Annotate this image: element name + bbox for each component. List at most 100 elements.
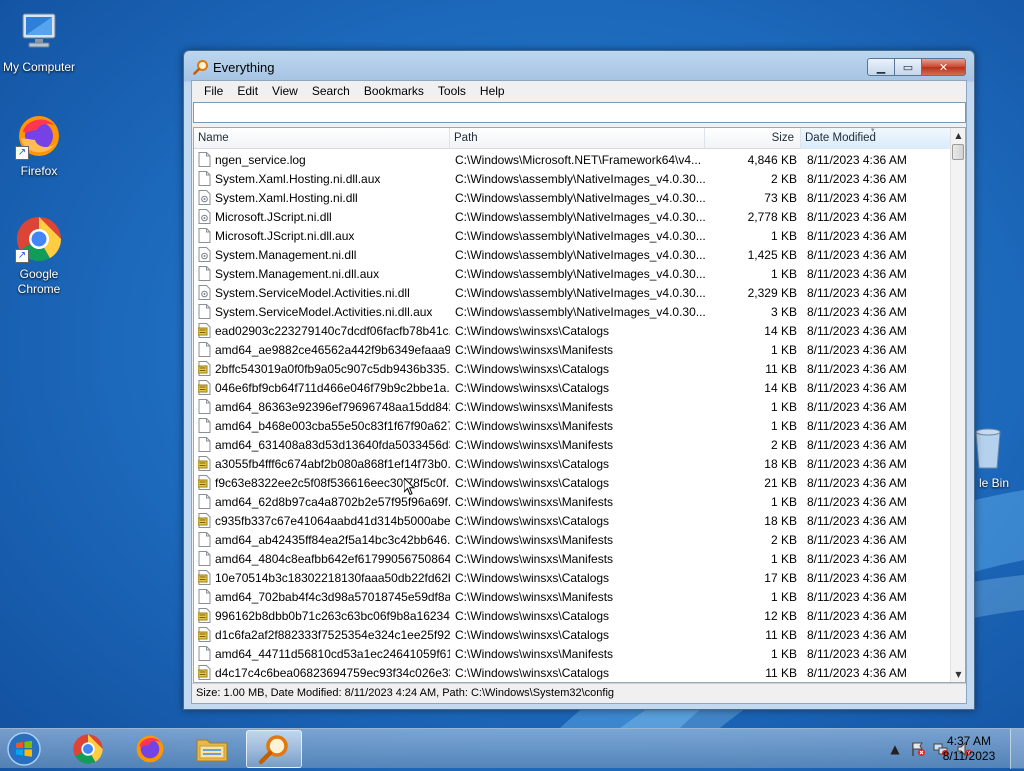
cell-size: 17 KB — [764, 570, 797, 585]
maximize-icon: ▭ — [902, 60, 914, 74]
cell-name: 2bffc543019a0f0fb9a05c907c5db9436b335... — [194, 361, 450, 376]
file-name: d1c6fa2af2f882333f7525354e324c1ee25f92..… — [215, 627, 450, 642]
desktop-icon-my-computer[interactable]: My Computer — [0, 8, 78, 74]
desktop-icon-label: Google Chrome — [17, 267, 61, 296]
taskbar-firefox[interactable] — [122, 730, 178, 768]
cell-size: 14 KB — [764, 323, 797, 338]
column-header-path[interactable]: Path — [450, 128, 705, 149]
table-row[interactable]: d1c6fa2af2f882333f7525354e324c1ee25f92..… — [194, 625, 951, 644]
table-row[interactable]: 996162b8dbb0b71c263c63bc06f9b8a16234... C… — [194, 606, 951, 625]
menu-file[interactable]: File — [197, 81, 230, 101]
close-button[interactable]: ✕ — [922, 58, 966, 76]
cell-size: 1 KB — [770, 589, 797, 604]
file-name: 10e70514b3c18302218130faaa50db22fd62b... — [215, 570, 450, 585]
menu-help[interactable]: Help — [473, 81, 512, 101]
taskbar-clock[interactable]: 4:37 AM 8/11/2023 — [934, 734, 1004, 764]
table-row[interactable]: amd64_62d8b97ca4a8702b2e57f95f96a69f... C… — [194, 492, 951, 511]
table-row[interactable]: ead02903c223279140c7dcdf06facfb78b41c...… — [194, 321, 951, 340]
cell-path: C:\Windows\winsxs\Catalogs — [455, 665, 610, 680]
cell-path: C:\Windows\winsxs\Manifests — [455, 589, 614, 604]
cell-date-modified: 8/11/2023 4:36 AM — [807, 209, 907, 224]
desktop-icon-chrome[interactable]: ↗ Google Chrome — [0, 215, 78, 297]
table-row[interactable]: System.ServiceModel.Activities.ni.dll.au… — [194, 302, 951, 321]
scroll-thumb[interactable] — [952, 144, 964, 160]
taskbar-chrome[interactable] — [60, 730, 116, 768]
cell-path: C:\Windows\winsxs\Manifests — [455, 532, 614, 547]
cell-name: amd64_702bab4f4c3d98a57018745e59df8a... — [194, 589, 450, 604]
cell-name: amd64_62d8b97ca4a8702b2e57f95f96a69f... — [194, 494, 450, 509]
file-name: amd64_86363e92396ef79696748aa15dd842... — [215, 399, 450, 414]
cell-name: System.Management.ni.dll — [194, 247, 450, 262]
table-row[interactable]: System.Xaml.Hosting.ni.dll.aux C:\Windows… — [194, 169, 951, 188]
taskbar-everything[interactable] — [246, 730, 302, 768]
cell-path: C:\Windows\assembly\NativeImages_v4.0.30… — [455, 228, 705, 243]
vertical-scrollbar[interactable]: ▲ ▼ — [950, 128, 965, 682]
menu-bookmarks[interactable]: Bookmarks — [357, 81, 431, 101]
table-row[interactable]: amd64_4804c8eafbb642ef61799056750864... C… — [194, 549, 951, 568]
cell-size: 2,329 KB — [747, 285, 797, 300]
cell-path: C:\Windows\assembly\NativeImages_v4.0.30… — [455, 171, 705, 186]
minimize-button[interactable]: ▁ — [867, 58, 895, 76]
file-name: Microsoft.JScript.ni.dll.aux — [215, 228, 355, 243]
scroll-up-icon[interactable]: ▲ — [951, 128, 965, 143]
cell-size: 11 KB — [765, 665, 797, 680]
table-row[interactable]: System.ServiceModel.Activities.ni.dll C:\… — [194, 283, 951, 302]
file-name: amd64_702bab4f4c3d98a57018745e59df8a... — [215, 589, 450, 604]
show-desktop-button[interactable] — [1010, 729, 1024, 769]
results-list[interactable]: Name Path Size ▾ Date Modified ngen_serv… — [193, 127, 966, 683]
start-button[interactable] — [4, 730, 44, 768]
file-icon — [198, 646, 211, 661]
search-input[interactable] — [193, 102, 966, 123]
menu-tools[interactable]: Tools — [431, 81, 473, 101]
title-bar[interactable]: Everything ▁ ▭ ✕ — [184, 51, 974, 81]
cell-date-modified: 8/11/2023 4:36 AM — [807, 608, 907, 623]
table-row[interactable]: d4c17c4c6bea06823694759ec93f34c026e33...… — [194, 663, 951, 682]
table-row[interactable]: amd64_ab42435ff84ea2f5a14bc3c42bb646... C… — [194, 530, 951, 549]
cell-size: 18 KB — [764, 513, 797, 528]
table-row[interactable]: amd64_44711d56810cd53a1ec24641059f61... C… — [194, 644, 951, 663]
table-row[interactable]: 10e70514b3c18302218130faaa50db22fd62b...… — [194, 568, 951, 587]
taskbar-explorer[interactable] — [184, 730, 240, 768]
table-row[interactable]: Microsoft.JScript.ni.dll C:\Windows\assem… — [194, 207, 951, 226]
cell-size: 1 KB — [770, 494, 797, 509]
column-header-size[interactable]: Size — [705, 128, 801, 149]
column-header-date-modified[interactable]: ▾ Date Modified — [801, 128, 951, 149]
maximize-button[interactable]: ▭ — [895, 58, 922, 76]
table-row[interactable]: a3055fb4fff6c674abf2b080a868f1ef14f73b0.… — [194, 454, 951, 473]
cell-name: System.Management.ni.dll.aux — [194, 266, 450, 281]
table-row[interactable]: c935fb337c67e41064aabd41d314b5000abe... C… — [194, 511, 951, 530]
menu-view[interactable]: View — [265, 81, 305, 101]
table-row[interactable]: ngen_service.log C:\Windows\Microsoft.NET… — [194, 150, 951, 169]
table-row[interactable]: f9c63e8322ee2c5f08f536616eec30f78f5c0f..… — [194, 473, 951, 492]
tray-expand-icon[interactable]: ▲ — [887, 741, 903, 757]
table-row[interactable]: System.Management.ni.dll C:\Windows\assem… — [194, 245, 951, 264]
catalog-file-icon — [197, 608, 211, 623]
table-row[interactable]: amd64_ae9882ce46562a442f9b6349efaaa9... C… — [194, 340, 951, 359]
cell-size: 1 KB — [770, 399, 797, 414]
desktop-icon-firefox[interactable]: ↗ Firefox — [0, 112, 78, 178]
table-row[interactable]: amd64_702bab4f4c3d98a57018745e59df8a... C… — [194, 587, 951, 606]
menu-search[interactable]: Search — [305, 81, 357, 101]
menu-edit[interactable]: Edit — [230, 81, 265, 101]
table-row[interactable]: 2bffc543019a0f0fb9a05c907c5db9436b335...… — [194, 359, 951, 378]
everything-window[interactable]: Everything ▁ ▭ ✕ File Edit View Search B… — [183, 50, 975, 710]
table-row[interactable]: System.Xaml.Hosting.ni.dll C:\Windows\ass… — [194, 188, 951, 207]
scroll-down-icon[interactable]: ▼ — [951, 667, 965, 682]
cell-name: System.ServiceModel.Activities.ni.dll.au… — [194, 304, 450, 319]
file-name: 2bffc543019a0f0fb9a05c907c5db9436b335... — [215, 361, 450, 376]
cell-path: C:\Windows\winsxs\Manifests — [455, 399, 614, 414]
table-row[interactable]: amd64_b468e003cba55e50c83f1f67f90a627...… — [194, 416, 951, 435]
action-center-flag-icon[interactable] — [910, 741, 926, 757]
table-row[interactable]: amd64_86363e92396ef79696748aa15dd842... C… — [194, 397, 951, 416]
shortcut-arrow-icon: ↗ — [15, 249, 29, 263]
table-row[interactable]: 046e6fbf9cb64f711d466e046f79b9c2bbe1a...… — [194, 378, 951, 397]
table-row[interactable]: System.Management.ni.dll.aux C:\Windows\a… — [194, 264, 951, 283]
table-row[interactable]: amd64_631408a83d53d13640fda5033456d3... C… — [194, 435, 951, 454]
column-header-name[interactable]: Name — [194, 128, 450, 149]
cell-path: C:\Windows\winsxs\Catalogs — [455, 627, 610, 642]
table-row[interactable]: Microsoft.JScript.ni.dll.aux C:\Windows\a… — [194, 226, 951, 245]
cell-name: ngen_service.log — [194, 152, 450, 167]
cell-path: C:\Windows\winsxs\Manifests — [455, 342, 614, 357]
cell-date-modified: 8/11/2023 4:36 AM — [807, 494, 907, 509]
cell-path: C:\Windows\assembly\NativeImages_v4.0.30… — [455, 247, 705, 262]
